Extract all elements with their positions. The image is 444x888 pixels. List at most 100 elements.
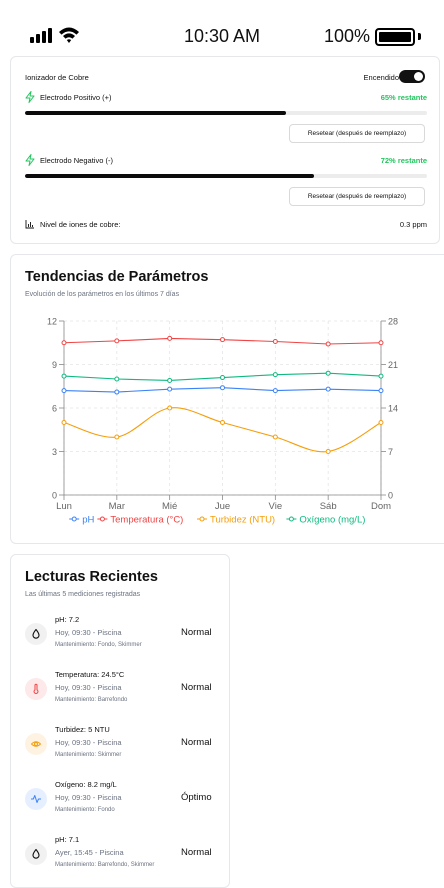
data-point — [61, 420, 67, 425]
negative-electrode-remaining: 72% restante — [380, 156, 427, 165]
copper-ion-level-label: Nivel de iones de cobre: — [40, 220, 121, 229]
data-point — [167, 405, 173, 411]
reading-icon-circle — [25, 733, 47, 755]
reading-maintenance: Mantenimiento: Barrefondo, Skimmer — [55, 862, 155, 868]
legend-label: Turbidez (NTU) — [210, 515, 275, 526]
data-point — [220, 375, 225, 381]
y-right-tick-label: 14 — [388, 404, 398, 414]
status-bar: 10:30 AM 100% — [0, 0, 444, 56]
recent-readings-subtitle: Las últimas 5 mediciones registradas — [25, 591, 141, 598]
reading-time: Hoy, 09:30 - Piscina — [55, 738, 122, 747]
reading-time: Ayer, 15:45 - Piscina — [55, 848, 124, 857]
data-point — [220, 337, 225, 343]
battery-icon — [375, 28, 415, 46]
reading-item[interactable]: pH: 7.2 Hoy, 09:30 - Piscina Mantenimiento… — [25, 615, 221, 659]
reading-title: Oxígeno: 8.2 mg/L — [55, 780, 117, 789]
x-tick-label: Dom — [371, 501, 391, 512]
recent-readings-title: Lecturas Recientes — [25, 569, 158, 585]
y-right-tick-label: 28 — [388, 317, 398, 327]
reading-time: Hoy, 09:30 - Piscina — [55, 683, 122, 692]
reading-title: pH: 7.2 — [55, 615, 80, 624]
data-point — [325, 341, 331, 347]
data-point — [378, 340, 384, 346]
negative-electrode-progress-fill — [25, 174, 315, 178]
reading-icon-circle — [25, 788, 47, 810]
ionizer-card: Ionizador de Cobre Encendido Electrodo P… — [10, 56, 440, 244]
legend-swatch-marker — [288, 516, 294, 522]
reading-maintenance: Mantenimiento: Barrefondo — [55, 697, 128, 703]
reading-maintenance: Mantenimiento: Fondo — [55, 807, 115, 813]
x-tick-label: Sáb — [320, 501, 337, 512]
toggle-knob — [414, 72, 423, 81]
trends-chart: 0 3 6 9 12 0 7 14 21 28 Lun Mar Mié Jue Vie Sáb Dom pH Tem… — [47, 317, 398, 526]
trends-card: Tendencias de Parámetros Evolución de lo… — [10, 254, 444, 544]
y-left-tick-label: 12 — [47, 317, 57, 327]
droplet-icon — [32, 848, 40, 859]
y-left-tick-label: 0 — [52, 491, 57, 501]
reading-maintenance: Mantenimiento: Skimmer — [55, 752, 122, 758]
reset-negative-button[interactable]: Resetear (después de reemplazo) — [289, 187, 425, 206]
ionizer-title: Ionizador de Cobre — [25, 73, 89, 82]
data-point — [114, 376, 120, 382]
data-point — [378, 373, 384, 379]
data-point — [272, 372, 278, 378]
droplet-icon — [32, 628, 40, 639]
copper-ion-level-value: 0.3 ppm — [399, 220, 427, 229]
reading-status: Normal — [181, 627, 212, 638]
reading-status: Normal — [181, 847, 212, 858]
x-tick-label: Jue — [215, 501, 230, 512]
recent-readings-card: Lecturas Recientes Las últimas 5 medicio… — [10, 554, 230, 888]
legend-swatch-marker — [99, 516, 105, 522]
data-point — [114, 389, 120, 395]
reading-icon-circle — [25, 623, 47, 645]
reading-item[interactable]: Turbidez: 5 NTU Hoy, 09:30 - Piscina Mante… — [25, 725, 221, 769]
y-left-tick-label: 6 — [52, 404, 57, 414]
legend-label: pH — [82, 515, 94, 526]
reading-time: Hoy, 09:30 - Piscina — [55, 628, 122, 637]
y-right-tick-label: 0 — [388, 491, 393, 501]
legend-swatch-marker — [71, 516, 77, 522]
data-point — [167, 377, 173, 383]
reading-status: Normal — [181, 737, 212, 748]
data-point — [325, 386, 331, 392]
data-point — [325, 370, 331, 376]
data-point — [114, 338, 120, 344]
reading-item[interactable]: Temperatura: 24.5°C Hoy, 09:30 - Piscina M… — [25, 670, 221, 714]
x-tick-label: Lun — [56, 501, 72, 512]
y-right-tick-label: 7 — [388, 447, 393, 457]
y-right-tick-label: 21 — [388, 360, 398, 370]
lightning-icon — [25, 91, 35, 103]
positive-electrode-progress — [25, 111, 427, 115]
data-point — [61, 340, 67, 346]
data-point — [167, 386, 173, 392]
eye-icon — [30, 741, 42, 747]
data-point — [272, 339, 278, 345]
thermometer-icon — [33, 683, 39, 694]
data-point — [272, 434, 278, 440]
activity-icon — [31, 795, 41, 803]
reset-positive-button[interactable]: Resetear (después de reemplazo) — [289, 124, 425, 143]
legend-label: Oxígeno (mg/L) — [299, 515, 365, 526]
reading-title: pH: 7.1 — [55, 835, 80, 844]
reading-item[interactable]: Oxígeno: 8.2 mg/L Hoy, 09:30 - Piscina Man… — [25, 780, 221, 824]
reading-item[interactable]: pH: 7.1 Ayer, 15:45 - Piscina Mantenimient… — [25, 835, 221, 879]
y-left-tick-label: 9 — [52, 360, 57, 370]
data-point — [378, 420, 384, 425]
data-point — [325, 449, 331, 454]
data-point — [220, 420, 225, 425]
data-point — [61, 388, 67, 394]
reading-status: Normal — [181, 682, 212, 693]
lightning-icon — [25, 154, 35, 166]
reading-title: Turbidez: 5 NTU — [55, 725, 110, 734]
reading-title: Temperatura: 24.5°C — [55, 670, 125, 679]
negative-electrode-progress — [25, 174, 427, 178]
reading-time: Hoy, 09:30 - Piscina — [55, 793, 122, 802]
ionizer-toggle[interactable] — [399, 70, 425, 83]
data-point — [378, 388, 384, 394]
reading-maintenance: Mantenimiento: Fondo, Skimmer — [55, 642, 142, 648]
positive-electrode-progress-fill — [25, 111, 287, 115]
x-tick-label: Vie — [269, 501, 283, 512]
reading-icon-circle — [25, 843, 47, 865]
legend-label: Temperatura (°C) — [110, 515, 183, 526]
battery-tip — [418, 33, 421, 40]
